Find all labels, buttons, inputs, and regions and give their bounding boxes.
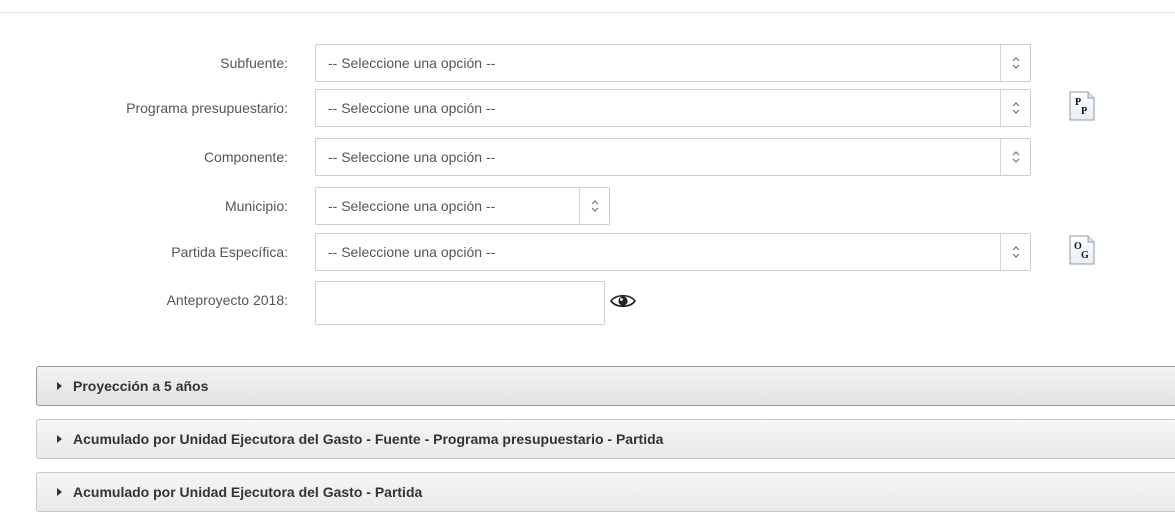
up-down-arrows-icon (1000, 90, 1030, 126)
partida-row: Partida Específica: -- Seleccione una op… (0, 232, 1175, 272)
accordion-title: Proyección a 5 años (73, 378, 209, 394)
up-down-arrows-icon (1000, 139, 1030, 175)
partida-label: Partida Específica: (171, 244, 288, 260)
municipio-select[interactable]: -- Seleccione una opción -- (315, 187, 610, 225)
up-down-arrows-icon (579, 188, 609, 224)
anteproyecto-input[interactable] (315, 281, 605, 325)
municipio-selected-value: -- Seleccione una opción -- (328, 198, 496, 214)
programa-select[interactable]: -- Seleccione una opción -- (315, 89, 1031, 127)
partida-select[interactable]: -- Seleccione una opción -- (315, 233, 1031, 271)
subfuente-row: Subfuente: -- Seleccione una opción -- (0, 43, 1175, 83)
accordion-proyeccion[interactable]: Proyección a 5 años (36, 366, 1175, 406)
subfuente-label: Subfuente: (220, 55, 288, 71)
componente-label: Componente: (203, 149, 288, 165)
programa-icon-text-bottom: P (1081, 106, 1087, 117)
accordion-acumulado-fuente-programa-partida[interactable]: Acumulado por Unidad Ejecutora del Gasto… (36, 419, 1175, 459)
municipio-row: Municipio: -- Seleccione una opción -- (0, 186, 1175, 226)
header-divider (0, 12, 1175, 13)
partida-document-icon[interactable]: O G (1068, 235, 1096, 265)
partida-selected-value: -- Seleccione una opción -- (328, 244, 496, 260)
subfuente-select[interactable]: -- Seleccione una opción -- (315, 44, 1031, 82)
up-down-arrows-icon (1000, 45, 1030, 81)
programa-selected-value: -- Seleccione una opción -- (328, 100, 496, 116)
caret-right-icon (57, 488, 62, 496)
programa-label: Programa presupuestario: (126, 100, 288, 116)
partida-icon-text-bottom: G (1081, 250, 1089, 261)
componente-select[interactable]: -- Seleccione una opción -- (315, 138, 1031, 176)
accordion-title: Acumulado por Unidad Ejecutora del Gasto… (73, 484, 423, 500)
programa-document-icon[interactable]: P P (1068, 91, 1096, 121)
eye-icon[interactable] (610, 293, 636, 309)
anteproyecto-row: Anteproyecto 2018: (0, 280, 1175, 326)
accordion-acumulado-partida[interactable]: Acumulado por Unidad Ejecutora del Gasto… (36, 472, 1175, 512)
componente-selected-value: -- Seleccione una opción -- (328, 149, 496, 165)
caret-right-icon (57, 435, 62, 443)
caret-right-icon (57, 382, 62, 390)
up-down-arrows-icon (1000, 234, 1030, 270)
programa-row: Programa presupuestario: -- Seleccione u… (0, 88, 1175, 128)
accordion-title: Acumulado por Unidad Ejecutora del Gasto… (73, 431, 664, 447)
componente-row: Componente: -- Seleccione una opción -- (0, 137, 1175, 177)
municipio-label: Municipio: (224, 198, 288, 214)
subfuente-selected-value: -- Seleccione una opción -- (328, 55, 496, 71)
anteproyecto-label: Anteproyecto 2018: (166, 292, 288, 308)
